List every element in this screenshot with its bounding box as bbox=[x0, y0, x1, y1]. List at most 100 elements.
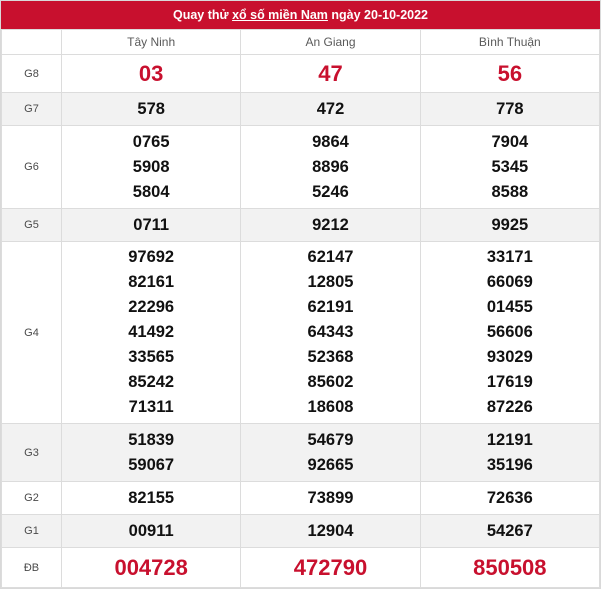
prize-number: 12191 bbox=[486, 430, 533, 449]
prize-number: 35196 bbox=[486, 455, 533, 474]
prize-cell: 004728 bbox=[60, 547, 242, 588]
province-header-tay-ninh: Tây Ninh bbox=[60, 29, 242, 55]
prize-row-g4: G4 97692 82161 22296 41492 33565 85242 71311 621… bbox=[1, 241, 601, 424]
prize-number: 03 bbox=[138, 60, 164, 86]
prize-cell: 850508 bbox=[419, 547, 601, 588]
prize-number: 8588 bbox=[491, 182, 529, 201]
prize-number: 004728 bbox=[114, 554, 188, 580]
prize-number: 18608 bbox=[307, 398, 354, 416]
prize-number: 62191 bbox=[307, 298, 354, 316]
prize-cell: 56 bbox=[419, 54, 601, 93]
prize-number: 578 bbox=[137, 99, 165, 118]
prize-cell: 472 bbox=[240, 92, 421, 126]
prize-cell: 578 bbox=[60, 92, 242, 126]
prize-row-db: ĐB 004728 472790 850508 bbox=[1, 547, 601, 588]
prize-number: 9864 bbox=[312, 132, 349, 151]
prize-label: G2 bbox=[1, 481, 62, 515]
prize-cell: 778 bbox=[419, 92, 601, 126]
prize-cell: 12904 bbox=[240, 514, 421, 548]
prize-number: 472 bbox=[316, 99, 345, 118]
prize-cell: 03 bbox=[60, 54, 242, 93]
prize-number: 73899 bbox=[307, 488, 354, 507]
prize-number: 5908 bbox=[132, 157, 170, 176]
prize-label: ĐB bbox=[1, 547, 62, 588]
prize-label: G7 bbox=[1, 92, 62, 126]
prize-number: 85602 bbox=[307, 373, 354, 391]
prize-row-g5: G5 0711 9212 9925 bbox=[1, 208, 601, 242]
prize-number: 82161 bbox=[128, 273, 175, 291]
prize-number: 59067 bbox=[128, 455, 175, 474]
prize-number: 54267 bbox=[486, 521, 533, 540]
results-table: Tây Ninh An Giang Bình Thuận G8 03 47 56 G7 5… bbox=[1, 29, 601, 588]
province-header-binh-thuan: Bình Thuận bbox=[419, 29, 601, 55]
prize-cell: 33171 66069 01455 56606 93029 17619 87226 bbox=[419, 241, 601, 424]
prize-label: G4 bbox=[1, 241, 62, 424]
prize-label: G1 bbox=[1, 514, 62, 548]
prize-number: 5804 bbox=[132, 182, 170, 201]
prize-cell: 00911 bbox=[60, 514, 242, 548]
prize-label: G3 bbox=[1, 423, 62, 482]
prize-number: 5345 bbox=[491, 157, 529, 176]
prize-number: 51839 bbox=[128, 430, 175, 449]
prize-number: 9212 bbox=[312, 215, 349, 234]
prize-number: 92665 bbox=[307, 455, 354, 474]
page-title: Quay thử xổ số miền Nam ngày 20-10-2022 bbox=[1, 1, 600, 29]
title-link-xsmn[interactable]: xổ số miền Nam bbox=[232, 8, 328, 22]
prize-number: 66069 bbox=[486, 273, 533, 291]
prize-row-g3: G3 51839 59067 54679 92665 12191 35196 bbox=[1, 423, 601, 482]
prize-number: 93029 bbox=[486, 348, 533, 366]
prize-cell: 9864 8896 5246 bbox=[240, 125, 421, 209]
lottery-result-panel: Quay thử xổ số miền Nam ngày 20-10-2022 … bbox=[0, 0, 601, 589]
prize-number: 87226 bbox=[486, 398, 533, 416]
prize-number: 778 bbox=[496, 99, 524, 118]
header-row: Tây Ninh An Giang Bình Thuận bbox=[1, 29, 601, 55]
prize-cell: 72636 bbox=[419, 481, 601, 515]
prize-number: 62147 bbox=[307, 248, 354, 266]
prize-number: 56606 bbox=[486, 323, 533, 341]
prize-cell: 51839 59067 bbox=[60, 423, 242, 482]
prize-row-g2: G2 82155 73899 72636 bbox=[1, 481, 601, 515]
prize-label: G8 bbox=[1, 54, 62, 93]
prize-number: 64343 bbox=[307, 323, 354, 341]
prize-row-g6: G6 0765 5908 5804 9864 8896 5246 7904 5345 8588 bbox=[1, 125, 601, 209]
prize-label: G6 bbox=[1, 125, 62, 209]
prize-number: 33565 bbox=[128, 348, 175, 366]
prize-number: 52368 bbox=[307, 348, 354, 366]
prize-number: 71311 bbox=[128, 398, 174, 416]
title-suffix: ngày 20-10-2022 bbox=[327, 8, 428, 22]
prize-cell: 12191 35196 bbox=[419, 423, 601, 482]
prize-number: 9925 bbox=[491, 215, 529, 234]
prize-number: 8896 bbox=[312, 157, 349, 176]
prize-number: 33171 bbox=[486, 248, 533, 266]
prize-number: 47 bbox=[318, 60, 343, 86]
prize-number: 850508 bbox=[473, 554, 547, 580]
prize-cell: 97692 82161 22296 41492 33565 85242 71311 bbox=[60, 241, 242, 424]
prize-cell: 54679 92665 bbox=[240, 423, 421, 482]
prize-cell: 7904 5345 8588 bbox=[419, 125, 601, 209]
prize-cell: 0711 bbox=[60, 208, 242, 242]
prize-number: 56 bbox=[497, 60, 523, 86]
prize-number: 97692 bbox=[128, 248, 175, 266]
prize-number: 0711 bbox=[133, 215, 170, 234]
prize-cell: 9925 bbox=[419, 208, 601, 242]
prize-number: 41492 bbox=[128, 323, 175, 341]
prize-cell: 0765 5908 5804 bbox=[60, 125, 242, 209]
prize-number: 17619 bbox=[486, 373, 533, 391]
prize-number: 01455 bbox=[486, 298, 533, 316]
prize-number: 12904 bbox=[307, 521, 354, 540]
prize-number: 5246 bbox=[312, 182, 349, 201]
prize-number: 00911 bbox=[128, 521, 174, 540]
prize-row-g8: G8 03 47 56 bbox=[1, 54, 601, 93]
title-prefix: Quay thử bbox=[173, 8, 233, 22]
prize-number: 12805 bbox=[307, 273, 354, 291]
prize-cell: 73899 bbox=[240, 481, 421, 515]
header-corner bbox=[1, 29, 62, 55]
prize-cell: 54267 bbox=[419, 514, 601, 548]
province-header-an-giang: An Giang bbox=[240, 29, 421, 55]
prize-cell: 47 bbox=[240, 54, 421, 93]
prize-number: 82155 bbox=[128, 488, 175, 507]
prize-cell: 62147 12805 62191 64343 52368 85602 18608 bbox=[240, 241, 421, 424]
prize-number: 54679 bbox=[307, 430, 354, 449]
prize-row-g1: G1 00911 12904 54267 bbox=[1, 514, 601, 548]
prize-number: 72636 bbox=[486, 488, 533, 507]
